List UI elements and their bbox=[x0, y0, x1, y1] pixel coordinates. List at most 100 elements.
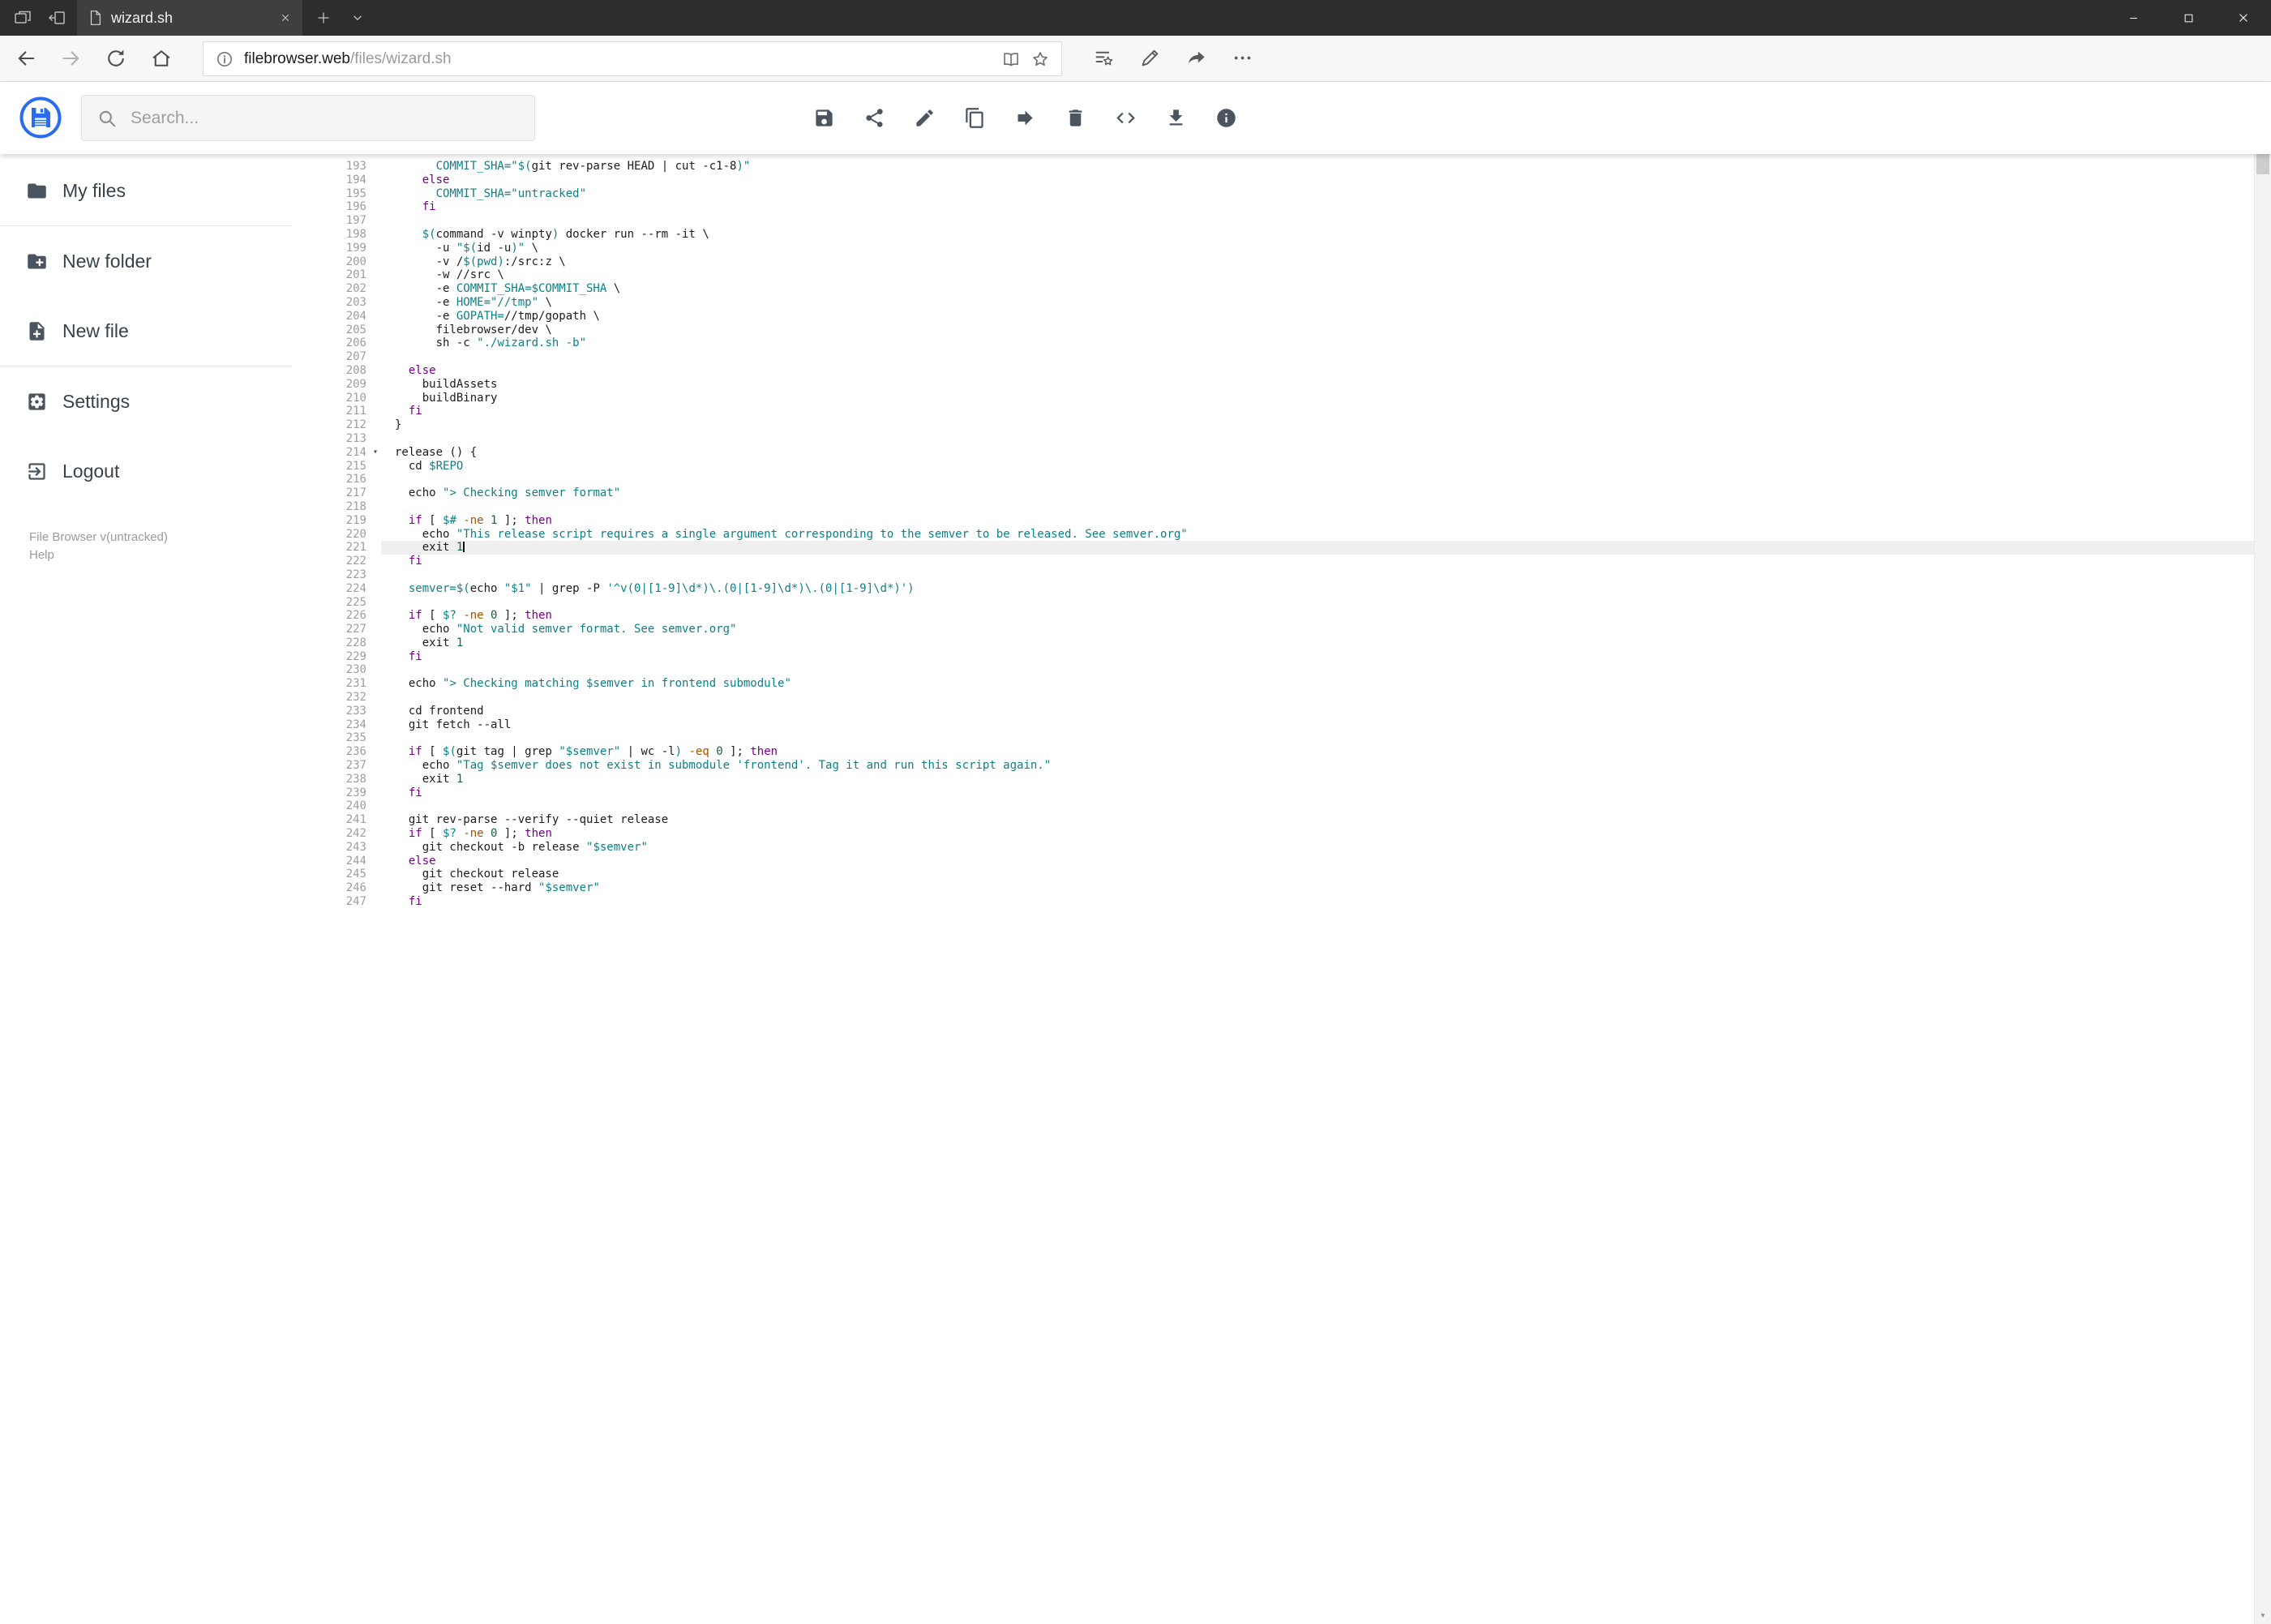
site-info-icon[interactable] bbox=[215, 49, 234, 69]
file-browser-logo[interactable] bbox=[19, 96, 62, 139]
code-line-202[interactable]: 202 -e COMMIT_SHA=$COMMIT_SHA \ bbox=[292, 282, 2254, 296]
search-box[interactable] bbox=[81, 95, 535, 141]
code-line-221[interactable]: 221 exit 1 bbox=[292, 541, 2254, 555]
code-line-240[interactable]: 240 bbox=[292, 799, 2254, 813]
code-line-235[interactable]: 235 bbox=[292, 731, 2254, 745]
move-icon[interactable] bbox=[1014, 107, 1036, 129]
reading-view-icon[interactable] bbox=[1001, 49, 1021, 69]
tabs-preview-icon[interactable] bbox=[13, 8, 32, 28]
share-icon[interactable] bbox=[1185, 47, 1207, 69]
code-line-234[interactable]: 234 git fetch --all bbox=[292, 718, 2254, 732]
code-line-220[interactable]: 220 echo "This release script requires a… bbox=[292, 528, 2254, 542]
code-line-215[interactable]: 215 cd $REPO bbox=[292, 460, 2254, 473]
scroll-down-arrow-icon[interactable]: ▼ bbox=[2255, 1606, 2271, 1624]
code-line-217[interactable]: 217 echo "> Checking semver format" bbox=[292, 486, 2254, 500]
share-file-icon[interactable] bbox=[863, 107, 885, 129]
code-line-210[interactable]: 210 buildBinary bbox=[292, 392, 2254, 405]
code-line-223[interactable]: 223 bbox=[292, 568, 2254, 582]
code-line-241[interactable]: 241 git rev-parse --verify --quiet relea… bbox=[292, 813, 2254, 827]
code-line-222[interactable]: 222 fi bbox=[292, 555, 2254, 568]
code-line-245[interactable]: 245 git checkout release bbox=[292, 868, 2254, 881]
code-view-icon[interactable] bbox=[1115, 107, 1137, 129]
code-line-197[interactable]: 197 bbox=[292, 214, 2254, 228]
code-line-195[interactable]: 195 COMMIT_SHA="untracked" bbox=[292, 187, 2254, 201]
code-line-200[interactable]: 200 -v /$(pwd):/src:z \ bbox=[292, 255, 2254, 269]
code-line-198[interactable]: 198 $(command -v winpty) docker run --rm… bbox=[292, 228, 2254, 242]
code-line-242[interactable]: 242 if [ $? -ne 0 ]; then bbox=[292, 827, 2254, 841]
tab-close-icon[interactable] bbox=[280, 12, 291, 24]
back-button[interactable] bbox=[15, 47, 37, 70]
delete-icon[interactable] bbox=[1065, 107, 1086, 129]
code-line-218[interactable]: 218 bbox=[292, 500, 2254, 514]
code-line-237[interactable]: 237 echo "Tag $semver does not exist in … bbox=[292, 759, 2254, 773]
sidebar-item-my-files[interactable]: My files bbox=[0, 156, 292, 225]
browser-tab[interactable]: wizard.sh bbox=[77, 0, 302, 36]
sidebar-item-logout[interactable]: Logout bbox=[0, 436, 292, 506]
favorites-hub-icon[interactable] bbox=[1093, 47, 1115, 69]
code-line-224[interactable]: 224 semver=$(echo "$1" | grep -P '^v(0|[… bbox=[292, 582, 2254, 596]
code-line-207[interactable]: 207 bbox=[292, 350, 2254, 364]
sidebar-item-new-folder[interactable]: New folder bbox=[0, 226, 292, 296]
code-line-243[interactable]: 243 git checkout -b release "$semver" bbox=[292, 841, 2254, 855]
sidebar-item-settings[interactable]: Settings bbox=[0, 366, 292, 436]
code-line-214[interactable]: 214 ▾ release () { bbox=[292, 446, 2254, 460]
code-editor[interactable]: 193 COMMIT_SHA="$(git rev-parse HEAD | c… bbox=[292, 154, 2254, 1624]
code-line-226[interactable]: 226 if [ $? -ne 0 ]; then bbox=[292, 609, 2254, 623]
code-line-225[interactable]: 225 bbox=[292, 596, 2254, 610]
vertical-scrollbar[interactable]: ▲ ▼ bbox=[2254, 82, 2271, 1624]
code-token: -ne bbox=[463, 827, 484, 841]
more-options-icon[interactable] bbox=[1232, 47, 1253, 69]
copy-icon[interactable] bbox=[964, 107, 986, 129]
code-line-213[interactable]: 213 bbox=[292, 432, 2254, 446]
address-bar[interactable]: filebrowser.web/files/wizard.sh bbox=[203, 41, 1062, 76]
download-icon[interactable] bbox=[1165, 107, 1187, 129]
code-line-230[interactable]: 230 bbox=[292, 663, 2254, 677]
code-line-244[interactable]: 244 else bbox=[292, 855, 2254, 868]
refresh-button[interactable] bbox=[105, 47, 127, 70]
code-line-194[interactable]: 194 else bbox=[292, 174, 2254, 187]
tab-list-chevron-icon[interactable] bbox=[350, 11, 365, 25]
favorite-star-icon[interactable] bbox=[1031, 49, 1050, 69]
code-line-209[interactable]: 209 buildAssets bbox=[292, 378, 2254, 392]
code-line-196[interactable]: 196 fi bbox=[292, 200, 2254, 214]
sidebar-item-new-file[interactable]: New file bbox=[0, 296, 292, 366]
new-tab-button[interactable] bbox=[316, 11, 331, 25]
web-note-pen-icon[interactable] bbox=[1139, 47, 1161, 69]
code-line-227[interactable]: 227 echo "Not valid semver format. See s… bbox=[292, 623, 2254, 636]
code-token: "$semver" bbox=[559, 745, 621, 759]
code-line-199[interactable]: 199 -u "$(id -u)" \ bbox=[292, 242, 2254, 255]
maximize-button[interactable] bbox=[2161, 0, 2216, 36]
code-line-231[interactable]: 231 echo "> Checking matching $semver in… bbox=[292, 677, 2254, 691]
search-input[interactable] bbox=[131, 108, 520, 128]
minimize-button[interactable] bbox=[2106, 0, 2161, 36]
code-line-219[interactable]: 219 if [ $# -ne 1 ]; then bbox=[292, 514, 2254, 528]
save-icon[interactable] bbox=[813, 107, 835, 129]
code-line-201[interactable]: 201 -w //src \ bbox=[292, 268, 2254, 282]
code-line-206[interactable]: 206 sh -c "./wizard.sh -b" bbox=[292, 336, 2254, 350]
code-line-212[interactable]: 212} bbox=[292, 418, 2254, 432]
code-line-238[interactable]: 238 exit 1 bbox=[292, 773, 2254, 786]
code-line-193[interactable]: 193 COMMIT_SHA="$(git rev-parse HEAD | c… bbox=[292, 160, 2254, 174]
code-line-211[interactable]: 211 fi bbox=[292, 405, 2254, 418]
code-line-208[interactable]: 208 else bbox=[292, 364, 2254, 378]
code-line-236[interactable]: 236 if [ $(git tag | grep "$semver" | wc… bbox=[292, 745, 2254, 759]
code-line-239[interactable]: 239 fi bbox=[292, 786, 2254, 800]
edit-icon[interactable] bbox=[914, 107, 936, 129]
code-line-247[interactable]: 247 fi bbox=[292, 895, 2254, 909]
fold-marker-icon[interactable]: ▾ bbox=[370, 446, 381, 460]
help-link[interactable]: Help bbox=[29, 546, 168, 564]
code-line-228[interactable]: 228 exit 1 bbox=[292, 636, 2254, 650]
set-tabs-aside-icon[interactable] bbox=[47, 8, 66, 28]
code-line-216[interactable]: 216 bbox=[292, 473, 2254, 486]
home-button[interactable] bbox=[150, 47, 173, 70]
code-line-233[interactable]: 233 cd frontend bbox=[292, 705, 2254, 718]
code-line-205[interactable]: 205 filebrowser/dev \ bbox=[292, 324, 2254, 337]
code-line-204[interactable]: 204 -e GOPATH=//tmp/gopath \ bbox=[292, 310, 2254, 324]
code-line-232[interactable]: 232 bbox=[292, 691, 2254, 705]
close-button[interactable] bbox=[2216, 0, 2271, 36]
code-line-229[interactable]: 229 fi bbox=[292, 650, 2254, 664]
info-icon[interactable] bbox=[1215, 107, 1237, 129]
code-line-246[interactable]: 246 git reset --hard "$semver" bbox=[292, 881, 2254, 895]
forward-button[interactable] bbox=[60, 47, 83, 70]
code-line-203[interactable]: 203 -e HOME="//tmp" \ bbox=[292, 296, 2254, 310]
